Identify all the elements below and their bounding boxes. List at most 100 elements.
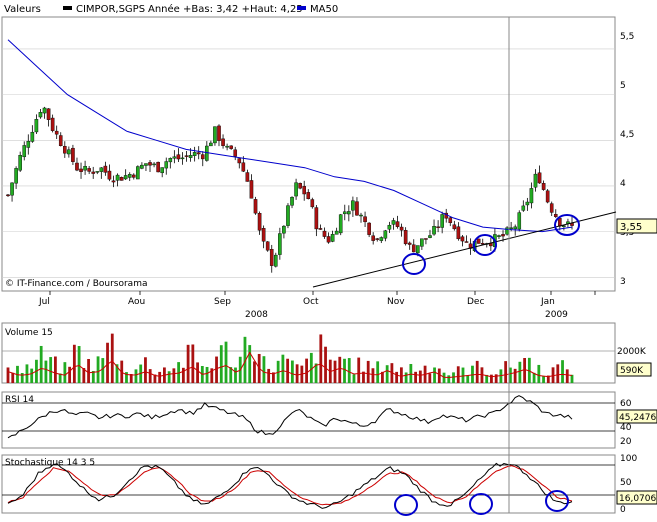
- candle-body: [95, 171, 100, 173]
- rsi-ytick: 20: [620, 437, 632, 447]
- ma-legend-swatch: [297, 6, 306, 10]
- volume-bar: [537, 364, 541, 383]
- candle-body: [225, 145, 229, 148]
- candle-body: [322, 230, 327, 237]
- candle-body: [67, 149, 71, 155]
- volume-bar: [72, 344, 76, 383]
- candle-body: [440, 214, 444, 228]
- candle-body: [164, 161, 169, 169]
- volume-bar: [338, 356, 342, 383]
- candle-body: [46, 108, 51, 120]
- month-label: Sep: [214, 297, 231, 307]
- candle-body: [172, 156, 177, 159]
- volume-bar: [295, 364, 299, 383]
- candle-body: [464, 241, 469, 243]
- volume-bar: [49, 357, 53, 383]
- candle-body: [379, 237, 384, 241]
- candle-body: [351, 200, 355, 211]
- volume-bar: [433, 367, 436, 383]
- volume-bar: [404, 372, 408, 383]
- volume-bar: [110, 333, 114, 383]
- candle-body: [221, 138, 225, 146]
- candle-body: [541, 183, 546, 190]
- candle-body: [399, 226, 404, 231]
- volume-bar: [518, 361, 522, 383]
- candle-body: [176, 154, 181, 160]
- candle-body: [229, 145, 233, 149]
- rsi-last-value: 45,2476: [619, 413, 656, 423]
- candle-body: [347, 211, 351, 215]
- volume-bar: [77, 346, 81, 383]
- volume-bar: [565, 369, 569, 383]
- candle-body: [480, 243, 485, 245]
- candle-body: [416, 245, 420, 254]
- candle-body: [115, 174, 120, 181]
- volume-bar: [475, 360, 479, 383]
- candle-body: [501, 234, 505, 237]
- volume-bar: [357, 357, 361, 383]
- candle-body: [407, 242, 412, 245]
- candle-body: [180, 157, 185, 160]
- volume-bar: [267, 368, 271, 383]
- stoch-title: Stochastique 14 3 5: [5, 458, 95, 468]
- candle-body: [119, 176, 124, 181]
- candle-body: [209, 142, 213, 147]
- candle-body: [403, 230, 408, 245]
- candle-body: [420, 238, 424, 247]
- month-label: Nov: [387, 297, 405, 307]
- candle-body: [152, 163, 156, 166]
- valeurs-label: Valeurs: [4, 4, 41, 15]
- candle-body: [217, 125, 221, 141]
- candle-body: [318, 228, 323, 230]
- candle-body: [326, 236, 331, 243]
- volume-bar: [333, 360, 337, 383]
- volume-bar: [366, 360, 370, 383]
- candle-body: [148, 162, 152, 166]
- stoch-ytick: 0: [620, 505, 626, 515]
- price-panel: © IT-Finance.com / Boursorama 5,5 5 4,5 …: [1, 16, 657, 292]
- volume-ytick: 2000K: [617, 347, 647, 357]
- copyright-text: © IT-Finance.com / Boursorama: [5, 279, 147, 289]
- candle-body: [428, 235, 432, 238]
- candle-body: [525, 201, 530, 206]
- candle-body: [529, 188, 534, 204]
- volume-bar: [191, 344, 195, 383]
- candle-body: [294, 182, 298, 197]
- candle-body: [99, 167, 104, 172]
- volume-bar: [324, 346, 327, 383]
- volume-bar: [286, 358, 290, 383]
- candle-body: [363, 216, 367, 223]
- candle-body: [359, 214, 363, 217]
- volume-bar: [134, 369, 138, 383]
- candle-body: [241, 162, 246, 172]
- candle-body: [537, 172, 542, 184]
- volume-bar: [437, 368, 441, 383]
- candle-body: [71, 147, 75, 162]
- volume-bar: [305, 358, 308, 383]
- candle-body: [50, 117, 55, 131]
- candle-body: [34, 119, 39, 133]
- volume-bar: [343, 358, 346, 383]
- candle-body: [87, 168, 91, 172]
- candle-body: [265, 241, 270, 251]
- candle-body: [371, 235, 375, 241]
- price-last-value: 3,55: [620, 222, 642, 233]
- volume-bar: [63, 362, 67, 383]
- ma-label: MA50: [310, 4, 338, 15]
- candle-body: [391, 220, 396, 225]
- candle-body: [123, 175, 128, 180]
- candle-body: [6, 194, 10, 197]
- volume-bar: [196, 362, 199, 383]
- candle-body: [302, 186, 307, 195]
- volume-bar: [215, 356, 218, 383]
- candle-body: [107, 170, 112, 180]
- candle-body: [144, 163, 148, 166]
- month-label: Aou: [128, 297, 145, 307]
- candle-body: [436, 226, 440, 228]
- candle-body: [383, 230, 388, 239]
- candle-body: [448, 217, 453, 224]
- volume-bar: [253, 361, 256, 383]
- volume-bar: [395, 371, 399, 383]
- volume-bar: [442, 372, 446, 383]
- candle-body: [63, 146, 67, 154]
